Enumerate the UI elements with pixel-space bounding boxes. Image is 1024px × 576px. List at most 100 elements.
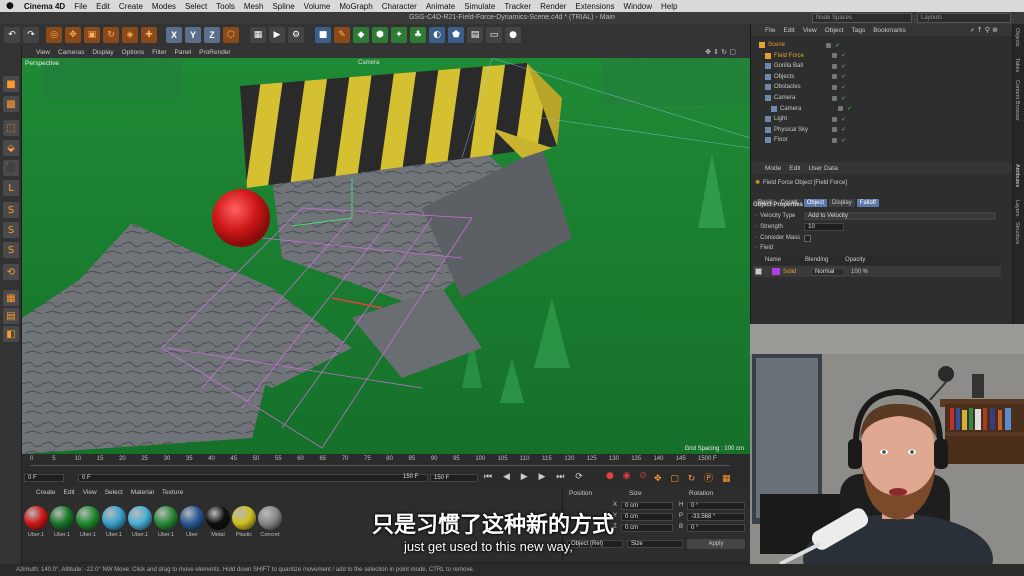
viewport-nav-icons[interactable]: ✥ ⇕ ↻ ▢ [705, 48, 736, 56]
coord-mode-select[interactable]: Object (Rel) [567, 540, 623, 548]
mat-menu-edit[interactable]: Edit [64, 489, 75, 496]
recent-tools-icon[interactable]: ◈ [122, 27, 138, 43]
live-select-icon[interactable]: ◎ [46, 27, 62, 43]
app-menu[interactable]: Cinema 4D [24, 2, 65, 11]
enabled-check-icon[interactable]: ✓ [841, 52, 846, 59]
visibility-dot[interactable] [826, 42, 831, 48]
layouts-select[interactable]: Layouts [917, 13, 1011, 23]
visibility-dot[interactable] [832, 53, 837, 59]
edges-mode-icon[interactable]: ⬙ [3, 140, 19, 156]
enabled-check-icon[interactable]: ✓ [841, 126, 846, 133]
field-enable-checkbox[interactable] [755, 268, 762, 275]
menu-character[interactable]: Character [382, 2, 417, 11]
material-swatch[interactable] [50, 506, 74, 530]
menu-tools[interactable]: Tools [216, 2, 235, 11]
mat-menu-texture[interactable]: Texture [162, 489, 183, 496]
coord-size-select[interactable]: Size [627, 540, 683, 548]
om-menu-file[interactable]: File [765, 27, 775, 34]
velocity-type-select[interactable]: Add to Velocity [804, 212, 997, 220]
render-picture-viewer-icon[interactable]: ▶ [269, 27, 285, 43]
menu-mograph[interactable]: MoGraph [339, 2, 372, 11]
polygons-mode-icon[interactable]: ⬛ [3, 160, 19, 176]
move-icon[interactable]: ✥ [65, 27, 81, 43]
menu-volume[interactable]: Volume [304, 2, 331, 11]
object-name[interactable]: Objects [774, 74, 830, 80]
menu-mesh[interactable]: Mesh [244, 2, 264, 11]
enabled-check-icon[interactable]: ✓ [841, 73, 846, 80]
object-row[interactable]: Objects ✓ [755, 72, 1005, 82]
object-row[interactable]: Physical Sky ✓ [755, 125, 1005, 135]
material-swatch[interactable] [258, 506, 282, 530]
camera-icon[interactable]: ▭ [486, 27, 502, 43]
om-search-icon[interactable]: ⌕ ↑ ⚲ ⊕ [971, 26, 998, 35]
snap-settings-icon[interactable]: S [3, 222, 19, 238]
field-list-row[interactable]: Solid Normal 100 % [753, 266, 1001, 277]
snap-icon[interactable]: S [3, 202, 19, 218]
vp-menu-options[interactable]: Options [122, 49, 144, 56]
vp-menu-panel[interactable]: Panel [175, 49, 192, 56]
timeline-ruler[interactable]: 0 5 10 15 20 25 30 35 40 45 50 55 60 65 70 75 80 85 90 95 10… [30, 456, 730, 466]
rotate-icon[interactable]: ↻ [103, 27, 119, 43]
points-mode-icon[interactable]: ⬚ [3, 120, 19, 136]
vp-menu-display[interactable]: Display [92, 49, 113, 56]
menu-simulate[interactable]: Simulate [464, 2, 495, 11]
edit-render-settings-icon[interactable]: ⚙ [288, 27, 304, 43]
object-name[interactable]: Floor [774, 137, 830, 143]
object-row[interactable]: Floor ✓ [755, 135, 1005, 145]
coordinate-system-icon[interactable]: ⬡ [223, 27, 239, 43]
menu-extensions[interactable]: Extensions [575, 2, 614, 11]
uv-mode-icon[interactable]: L [3, 180, 19, 196]
enabled-check-icon[interactable]: ✓ [841, 116, 846, 123]
object-row[interactable]: Obstacles ✓ [755, 82, 1005, 92]
enabled-check-icon[interactable]: ✓ [847, 105, 852, 112]
tab-takes[interactable]: Takes [1014, 58, 1020, 72]
workplane-icon[interactable]: S [3, 242, 19, 258]
start-frame-field[interactable]: 0 F [78, 474, 428, 482]
render-view-icon[interactable]: ▦ [250, 27, 266, 43]
tab-layers[interactable]: Layers [1014, 200, 1020, 217]
x-axis-button[interactable]: X [166, 27, 182, 43]
om-menu-edit[interactable]: Edit [783, 27, 794, 34]
key-mode-icons[interactable]: ✥ ▢ ↻ Ⓟ ▦ [654, 471, 734, 484]
tab-attributes[interactable]: Attributes [1014, 164, 1020, 187]
enabled-check-icon[interactable]: ✓ [841, 84, 846, 91]
visibility-dot[interactable] [832, 74, 837, 80]
object-name[interactable]: Light [774, 116, 830, 122]
object-name[interactable]: Scene [768, 42, 824, 48]
mat-menu-select[interactable]: Select [105, 489, 123, 496]
coord-rotation-field[interactable]: -33.568 ° [687, 513, 745, 521]
coord-position-field[interactable]: 0 cm [621, 502, 673, 510]
enabled-check-icon[interactable]: ✓ [835, 42, 840, 49]
texture-mode-icon[interactable]: ▩ [3, 96, 19, 112]
z-axis-button[interactable]: Z [204, 27, 220, 43]
visibility-dot[interactable] [832, 63, 837, 69]
visibility-dot[interactable] [838, 106, 843, 112]
add-icon[interactable]: ✚ [141, 27, 157, 43]
object-name[interactable]: Gorilla Ball [774, 63, 830, 69]
bend-icon[interactable]: ✦ [391, 27, 407, 43]
record-keys-icons[interactable]: ● ◉ ⊙ [606, 471, 650, 481]
material-swatch[interactable] [128, 506, 152, 530]
tab-structure[interactable]: Structure [1014, 222, 1020, 244]
solo-icon[interactable]: ◧ [3, 326, 19, 342]
pen-icon[interactable]: ✎ [334, 27, 350, 43]
coord-position-field[interactable]: 0 cm [621, 513, 673, 521]
enabled-check-icon[interactable]: ✓ [841, 137, 846, 144]
visibility-dot[interactable] [832, 95, 837, 101]
object-row[interactable]: Camera ✓ [755, 104, 1005, 114]
cube-icon[interactable]: ■ [315, 27, 331, 43]
enabled-check-icon[interactable]: ✓ [841, 95, 846, 102]
visibility-dot[interactable] [832, 127, 837, 133]
object-row[interactable]: Light ✓ [755, 114, 1005, 124]
mat-menu-view[interactable]: View [83, 489, 97, 496]
tab-objects[interactable]: Objects [1014, 28, 1020, 47]
menu-help[interactable]: Help [661, 2, 677, 11]
apply-button[interactable]: Apply [687, 539, 745, 549]
object-name[interactable]: Obstacles [774, 84, 830, 90]
vp-menu-filter[interactable]: Filter [152, 49, 166, 56]
strength-field[interactable]: 10 [804, 223, 845, 231]
cloner-icon[interactable]: ♣ [410, 27, 426, 43]
om-menu-object[interactable]: Object [825, 27, 844, 34]
am-menu-edit[interactable]: Edit [789, 165, 800, 172]
om-menu-bookmarks[interactable]: Bookmarks [873, 27, 906, 34]
